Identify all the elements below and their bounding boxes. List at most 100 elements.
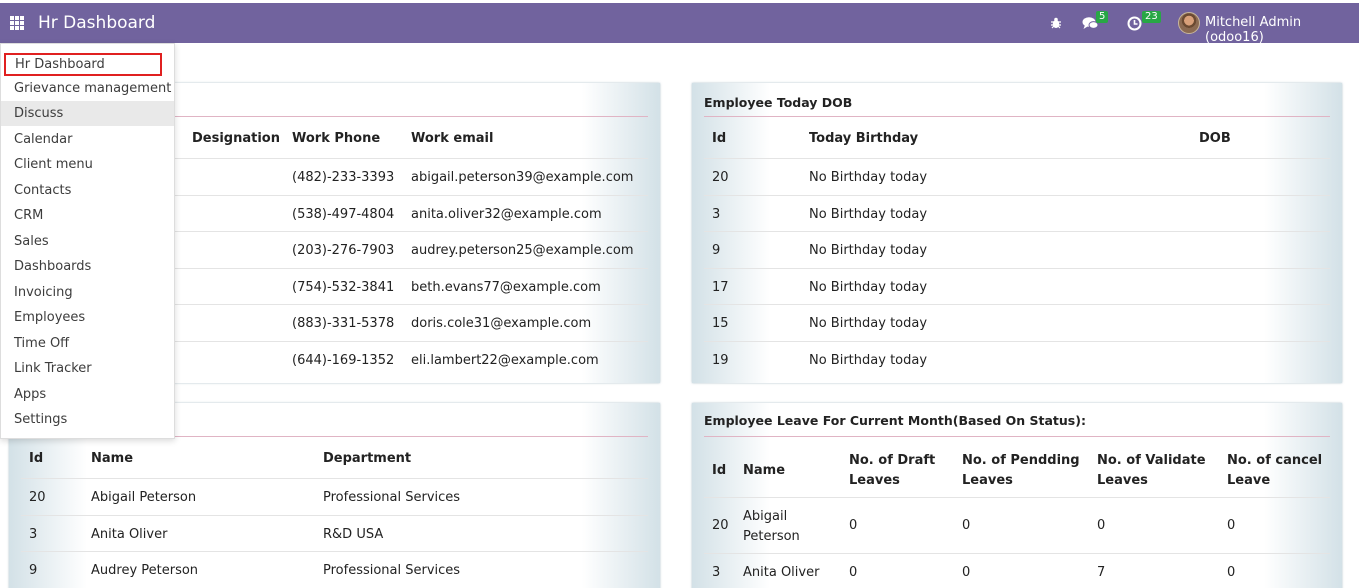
menu-item-dashboards[interactable]: Dashboards (1, 254, 174, 279)
header-work-email: Work email (411, 131, 494, 146)
cell-email: anita.oliver32@example.com (411, 206, 602, 222)
table-header: Id Today Birthday DOB (704, 129, 1330, 153)
cell-id: 3 (712, 206, 721, 222)
cell-name: Audrey Peterson (91, 563, 199, 579)
cell-department: R&D USA (323, 526, 384, 542)
cell-id: 17 (712, 279, 729, 295)
cell-department: Professional Services (323, 490, 461, 505)
table-header: Id Name Department (21, 449, 648, 473)
menu-item-apps[interactable]: Apps (1, 382, 174, 407)
cell-cancel: 0 (1227, 518, 1236, 533)
table-row: 3 No Birthday today (704, 196, 1330, 233)
cell-phone: (482)-233-3393 (292, 170, 395, 185)
top-navbar: Hr Dashboard 5 23 Mitchell Admin (odoo16… (0, 3, 1359, 45)
cell-validate: 0 (1097, 518, 1106, 533)
header-id: Id (712, 131, 727, 146)
table-header: Id Name No. of Draft Leaves No. of Penddi… (704, 449, 1330, 497)
menu-item-time-off[interactable]: Time Off (1, 331, 174, 356)
header-name: Name (91, 451, 134, 466)
user-avatar[interactable] (1178, 12, 1200, 34)
menu-item-calendar[interactable]: Calendar (1, 127, 174, 152)
cell-pending: 0 (962, 565, 971, 580)
table-row: 9 No Birthday today (704, 232, 1330, 269)
cell-birthday: No Birthday today (809, 243, 928, 259)
cell-phone: (754)-532-3841 (292, 279, 395, 295)
menu-item-invoicing[interactable]: Invoicing (1, 280, 174, 305)
header-designation: Designation (192, 131, 280, 146)
apps-grid-icon[interactable] (10, 16, 24, 30)
cell-validate: 7 (1097, 565, 1106, 580)
cell-email: eli.lambert22@example.com (411, 352, 599, 368)
employee-dob-card: Employee Today DOB Id Today Birthday DOB… (692, 83, 1342, 383)
messages-chat-icon[interactable] (1082, 3, 1099, 43)
header-department: Department (323, 451, 412, 466)
header-name: Name (743, 463, 786, 478)
user-menu-name[interactable]: Mitchell Admin (odoo16) (1205, 15, 1359, 45)
menu-item-client-menu[interactable]: Client menu (1, 152, 174, 177)
app-title[interactable]: Hr Dashboard (38, 13, 155, 33)
cell-email: audrey.peterson25@example.com (411, 243, 634, 259)
header-dob: DOB (1199, 131, 1231, 146)
header-cancel-leave: No. of cancel Leave (1227, 453, 1323, 488)
menu-item-contacts[interactable]: Contacts (1, 178, 174, 203)
card-title: Employee Today DOB (704, 95, 1330, 117)
cell-id: 20 (29, 490, 46, 505)
cell-birthday: No Birthday today (809, 352, 928, 368)
cell-pending: 0 (962, 518, 971, 533)
cell-phone: (203)-276-7903 (292, 243, 395, 259)
table-row: 3 Anita Oliver 0 0 7 0 (704, 554, 1330, 588)
cell-name: Anita Oliver (743, 565, 820, 580)
table-row: 20 Abigail Peterson Professional Service… (21, 479, 648, 516)
table-row: 20 No Birthday today (704, 159, 1330, 196)
header-id: Id (712, 463, 727, 478)
cell-id: 20 (712, 518, 729, 533)
cell-birthday: No Birthday today (809, 170, 928, 185)
employee-leave-card: Employee Leave For Current Month(Based O… (692, 403, 1342, 588)
cell-department: Professional Services (323, 563, 461, 579)
cell-id: 15 (712, 316, 729, 332)
menu-item-employees[interactable]: Employees (1, 305, 174, 330)
cell-name: Abigail Peterson (91, 490, 197, 505)
cell-draft: 0 (849, 565, 858, 580)
menu-item-crm[interactable]: CRM (1, 203, 174, 228)
table-row: 20 Abigail Peterson 0 0 0 0 (704, 498, 1330, 554)
menu-item-sales[interactable]: Sales (1, 229, 174, 254)
messages-count-badge: 5 (1096, 11, 1109, 23)
menu-item-link-tracker[interactable]: Link Tracker (1, 356, 174, 381)
cell-id: 19 (712, 352, 729, 368)
menu-item-grievance-management[interactable]: Grievance management (1, 76, 174, 101)
header-validate-leaves: No. of Validate Leaves (1097, 453, 1206, 488)
apps-dropdown-menu: Hr Dashboard Grievance management Discus… (0, 43, 175, 439)
menu-item-settings[interactable]: Settings (1, 407, 174, 432)
header-draft-leaves: No. of Draft Leaves (849, 453, 936, 488)
table-row: 17 No Birthday today (704, 269, 1330, 306)
table-row: 19 No Birthday today (704, 342, 1330, 379)
cell-name: Anita Oliver (91, 526, 168, 542)
table-row: 15 No Birthday today (704, 305, 1330, 342)
cell-birthday: No Birthday today (809, 206, 928, 222)
cell-id: 20 (712, 170, 729, 185)
cell-email: beth.evans77@example.com (411, 279, 601, 295)
cell-cancel: 0 (1227, 565, 1236, 580)
cell-phone: (538)-497-4804 (292, 206, 395, 222)
activities-clock-icon[interactable] (1127, 3, 1142, 43)
table-row: 9 Audrey Peterson Professional Services (21, 552, 648, 588)
menu-item-discuss[interactable]: Discuss (1, 101, 174, 126)
debug-bug-icon[interactable] (1049, 3, 1063, 43)
header-work-phone: Work Phone (292, 131, 381, 146)
cell-phone: (883)-331-5378 (292, 316, 395, 332)
header-pending-leaves: No. of Pendding Leaves (962, 453, 1080, 488)
cell-draft: 0 (849, 518, 858, 533)
table-row: 3 Anita Oliver R&D USA (21, 516, 648, 553)
cell-id: 3 (29, 526, 38, 542)
cell-id: 3 (712, 565, 721, 580)
cell-email: abigail.peterson39@example.com (411, 170, 634, 185)
card-title: Employee Leave For Current Month(Based O… (704, 413, 1330, 437)
menu-item-hr-dashboard[interactable]: Hr Dashboard (4, 53, 162, 76)
activities-count-badge: 23 (1142, 11, 1161, 23)
header-today-birthday: Today Birthday (809, 131, 919, 146)
cell-birthday: No Birthday today (809, 279, 928, 295)
cell-id: 9 (29, 563, 38, 579)
header-id: Id (29, 451, 44, 466)
cell-id: 9 (712, 243, 721, 259)
